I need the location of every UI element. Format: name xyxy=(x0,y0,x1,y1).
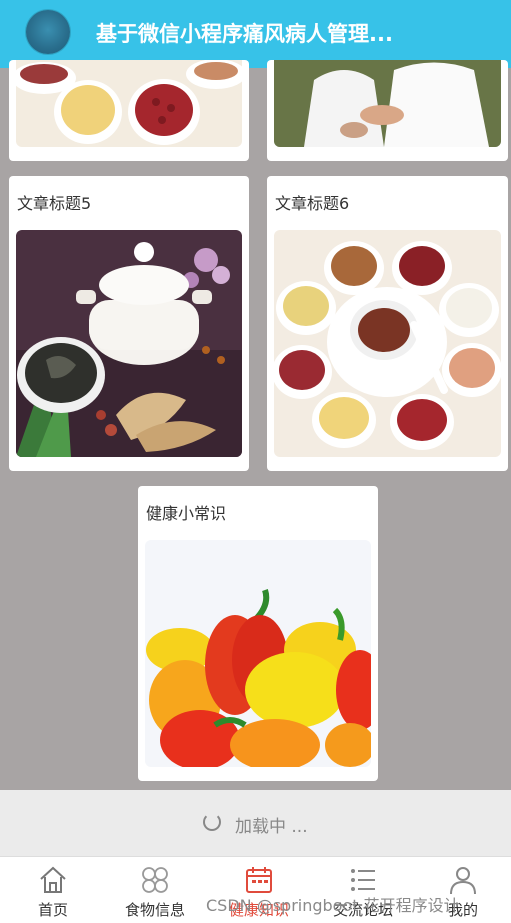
tab-label: 食物信息 xyxy=(124,901,185,919)
tab-label: 首页 xyxy=(37,901,68,919)
loading-indicator: 加载中 ... xyxy=(0,790,511,856)
article-card[interactable] xyxy=(9,60,249,161)
article-title: 健康小常识 xyxy=(146,504,227,523)
article-card[interactable]: 文章标题5 xyxy=(9,176,249,471)
article-image xyxy=(145,540,371,767)
article-title: 文章标题5 xyxy=(17,194,92,213)
article-image xyxy=(274,60,501,147)
grid-icon xyxy=(142,867,168,893)
page-title: 基于微信小程序痛风病人管理... xyxy=(96,22,393,46)
article-image xyxy=(16,230,242,457)
tab-food[interactable]: 食物信息 xyxy=(110,857,200,923)
article-card[interactable] xyxy=(267,60,508,161)
article-title: 文章标题6 xyxy=(275,194,350,213)
calendar-icon xyxy=(246,867,272,893)
loading-text: 加载中 ... xyxy=(235,817,308,837)
avatar[interactable] xyxy=(26,10,70,54)
spinner-icon xyxy=(203,813,221,831)
user-icon xyxy=(450,867,476,895)
article-image xyxy=(274,230,501,457)
tab-home[interactable]: 首页 xyxy=(8,857,98,923)
article-card[interactable]: 健康小常识 xyxy=(138,486,378,781)
watermark: CSDN @springboot 花开程序设计 xyxy=(206,896,460,915)
list-icon xyxy=(351,869,375,891)
app-header: 基于微信小程序痛风病人管理... xyxy=(0,0,511,68)
home-icon xyxy=(40,866,66,893)
article-image xyxy=(16,60,242,147)
article-card[interactable]: 文章标题6 xyxy=(267,176,508,471)
